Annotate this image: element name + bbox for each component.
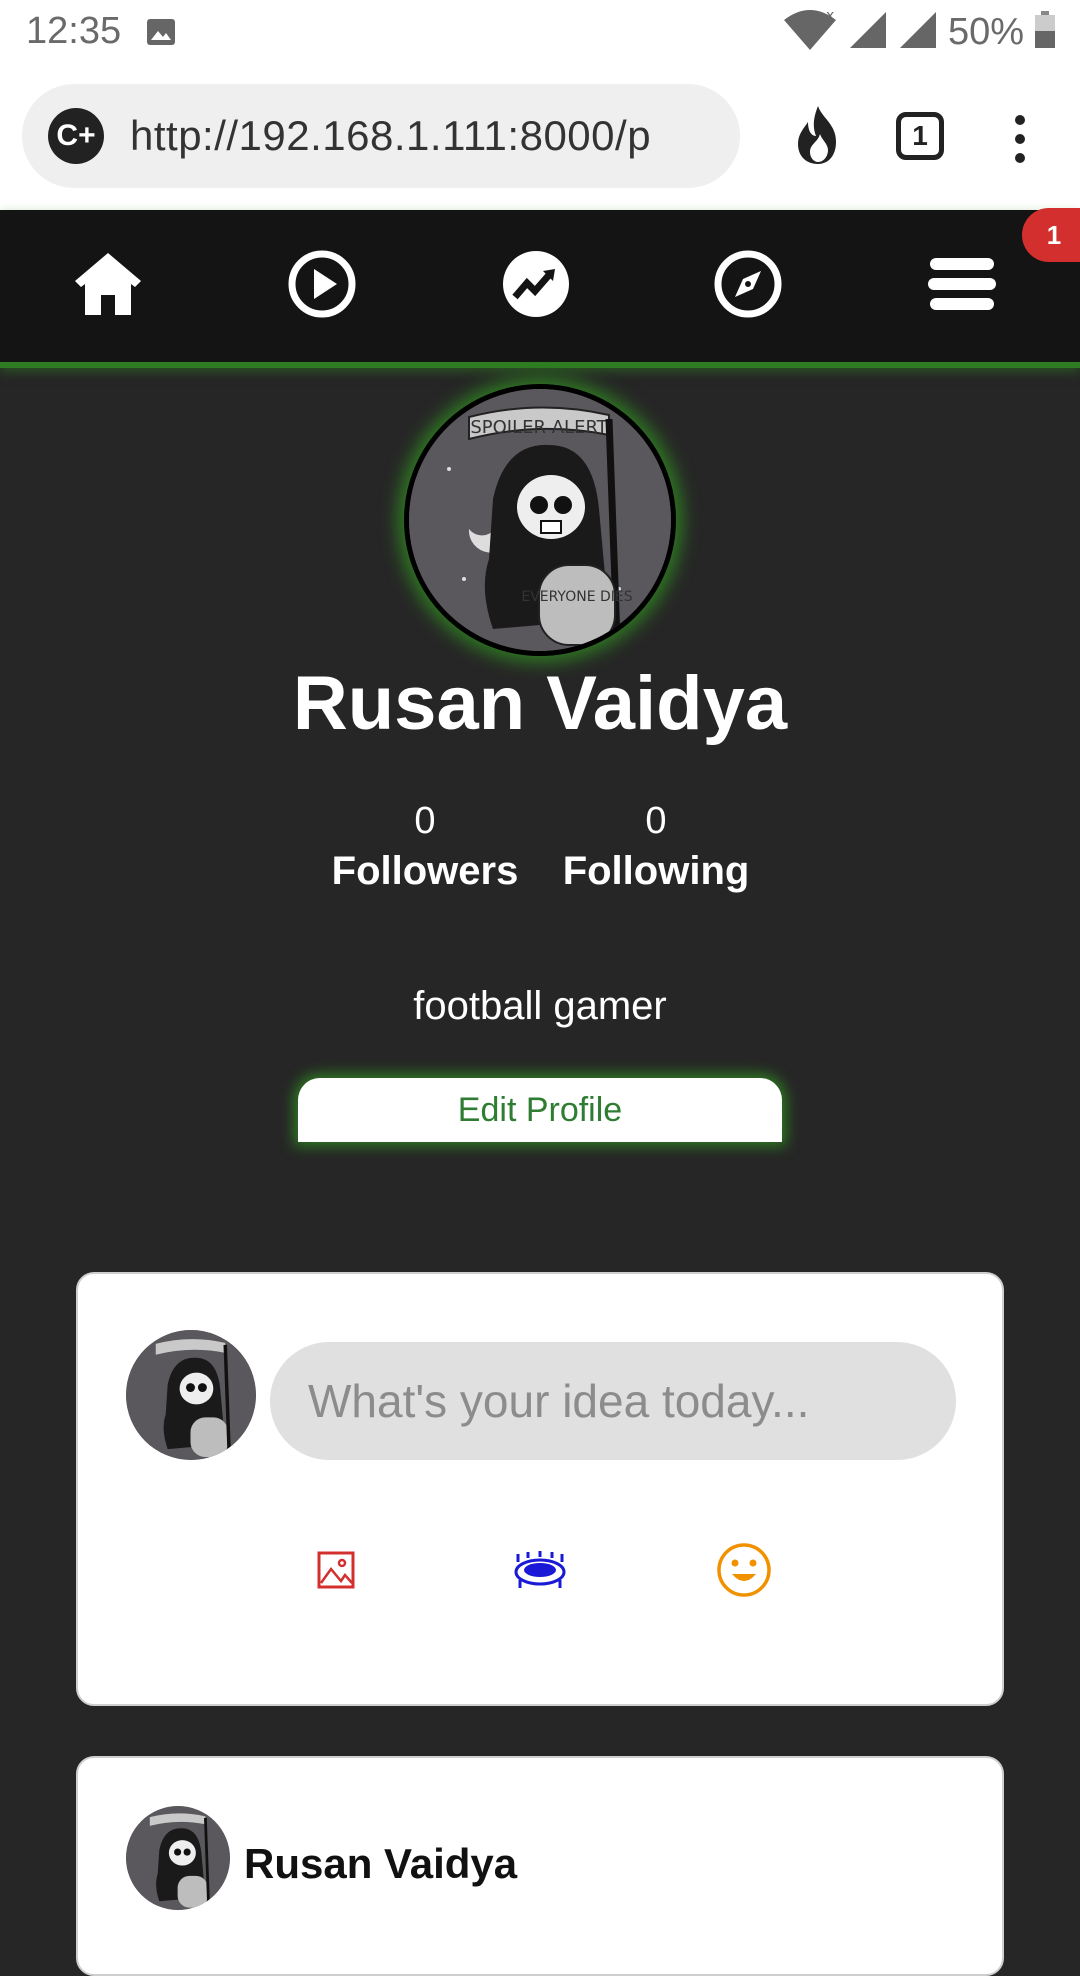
notification-badge[interactable]: 1: [1022, 208, 1080, 262]
grim-reaper-avatar-image: SPOILER ALERT EVERYONE DIES: [409, 389, 671, 651]
composer-avatar: [126, 1330, 256, 1460]
compass-icon: [713, 249, 783, 324]
battery-percent: 50%: [947, 10, 1024, 53]
profile-name: Rusan Vaidya: [292, 661, 788, 746]
edit-profile-button[interactable]: Edit Profile: [298, 1078, 782, 1142]
post-author-avatar[interactable]: [126, 1806, 230, 1910]
post-input[interactable]: What's your idea today...: [270, 1342, 956, 1460]
trending-icon: [501, 249, 571, 324]
url-text[interactable]: http://192.168.1.111:8000/p: [130, 112, 651, 160]
followers-stat[interactable]: 0 Followers: [330, 800, 520, 894]
nav-play[interactable]: [282, 246, 362, 326]
followers-count: 0: [414, 800, 436, 842]
add-emoji-button[interactable]: [714, 1542, 774, 1602]
signal-icon-2: [898, 10, 938, 55]
home-icon: [73, 251, 143, 322]
status-bar: 12:35 x 50%: [0, 0, 1080, 64]
browser-toolbar: C+ http://192.168.1.111:8000/p 1: [0, 64, 1080, 210]
emoji-icon: [716, 1542, 772, 1603]
image-icon: [317, 1551, 355, 1594]
nav-menu[interactable]: [922, 246, 1002, 326]
grim-reaper-avatar-image: [126, 1806, 230, 1910]
kebab-menu-icon[interactable]: [1010, 114, 1030, 169]
add-photo-button[interactable]: [306, 1542, 366, 1602]
add-match-button[interactable]: [510, 1542, 570, 1602]
status-time: 12:35: [26, 10, 122, 52]
post-card: Rusan Vaidya: [76, 1756, 1004, 1976]
profile-bio: football gamer: [413, 984, 667, 1028]
nav-trending[interactable]: [496, 246, 576, 326]
post-author-name[interactable]: Rusan Vaidya: [244, 1840, 517, 1888]
play-icon: [287, 249, 357, 324]
post-composer: What's your idea today...: [76, 1272, 1004, 1706]
app-nav-bar: [0, 210, 1080, 368]
stadium-icon: [512, 1550, 568, 1595]
image-notification-icon: [146, 18, 176, 51]
url-bar[interactable]: C+ http://192.168.1.111:8000/p: [22, 84, 740, 188]
wifi-icon: x: [782, 8, 838, 57]
following-stat[interactable]: 0 Following: [558, 800, 754, 894]
following-label: Following: [562, 849, 750, 893]
nav-home[interactable]: [68, 246, 148, 326]
following-count: 0: [645, 800, 667, 842]
avatar-banner-text: SPOILER ALERT: [470, 417, 608, 438]
grim-reaper-avatar-image: [126, 1330, 256, 1460]
followers-label: Followers: [331, 849, 519, 893]
menu-icon: [928, 256, 996, 317]
site-info-icon[interactable]: C+: [48, 108, 104, 164]
tabs-button[interactable]: 1: [896, 112, 944, 160]
battery-icon: [1034, 10, 1056, 54]
nav-explore[interactable]: [708, 246, 788, 326]
signal-icon: [848, 10, 888, 55]
fire-icon[interactable]: [792, 104, 844, 171]
avatar-tombstone-text: EVERYONE DIES: [521, 589, 632, 605]
profile-avatar[interactable]: SPOILER ALERT EVERYONE DIES: [404, 384, 676, 656]
svg-text:x: x: [826, 8, 834, 24]
status-indicators: x 50%: [782, 8, 1056, 57]
